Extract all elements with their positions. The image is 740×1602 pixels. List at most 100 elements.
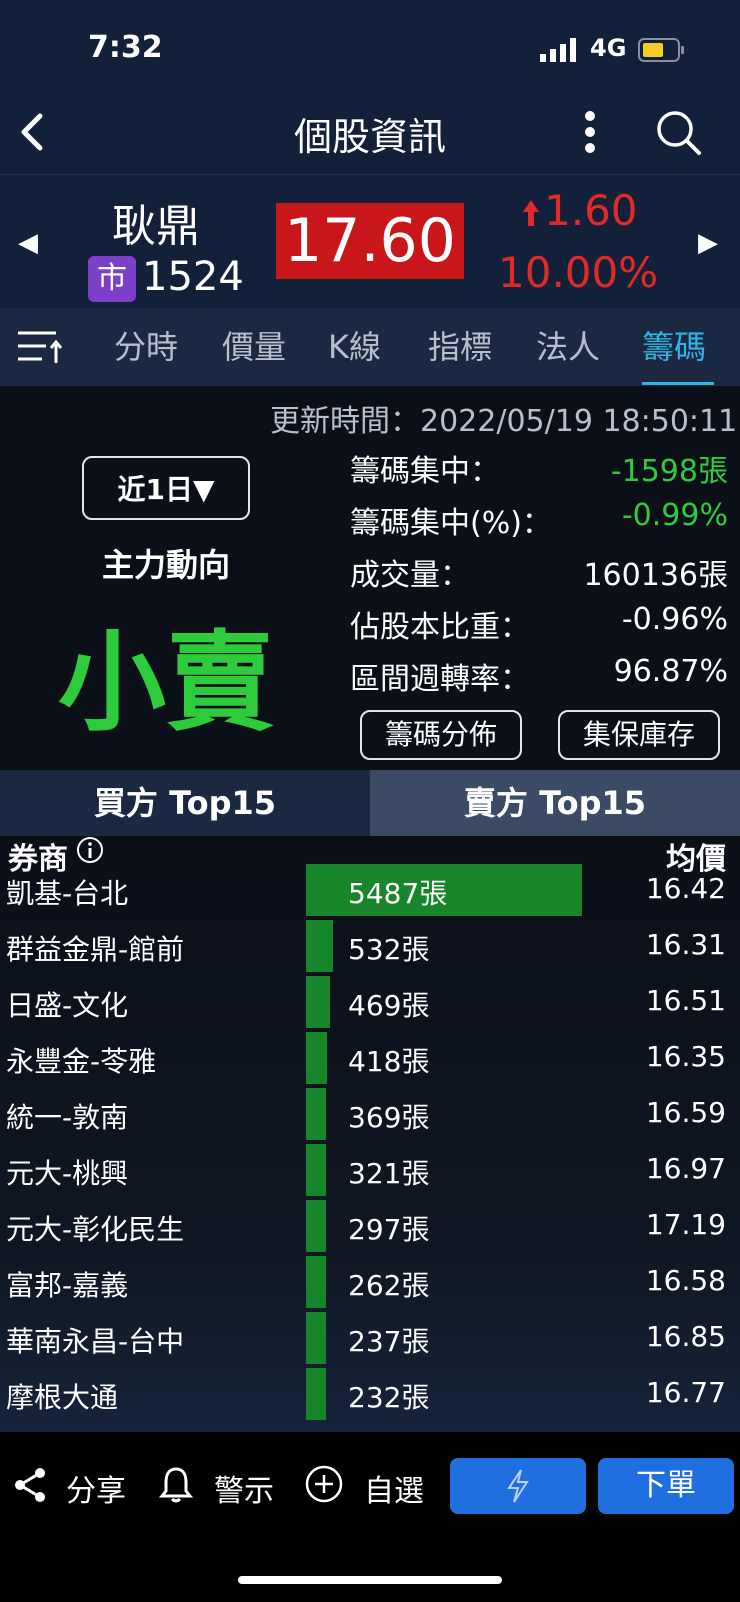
broker-name: 華南永昌-台中: [6, 1325, 185, 1358]
volume-value: 418張: [348, 1045, 430, 1078]
prev-stock-arrow-icon[interactable]: ◀: [18, 228, 38, 258]
tab-intraday[interactable]: 分時: [114, 308, 178, 386]
volume-bar: [306, 1032, 327, 1084]
volume-value: 321張: [348, 1157, 430, 1190]
share-button[interactable]: 分享: [66, 1466, 126, 1510]
table-row[interactable]: 摩根大通 232張 16.77: [0, 1368, 740, 1424]
table-row[interactable]: 元大-桃興 321張 16.97: [0, 1144, 740, 1200]
market-badge: 市: [88, 256, 136, 302]
broker-name: 摩根大通: [6, 1381, 119, 1414]
volume-bar: [306, 920, 333, 972]
info-icon[interactable]: [76, 836, 104, 864]
tab-kline[interactable]: K線: [328, 308, 381, 386]
stock-code: 1524: [142, 254, 244, 300]
price-change: 1.60: [544, 186, 638, 235]
share-icon[interactable]: [12, 1466, 48, 1504]
avg-price-value: 16.58: [645, 1264, 726, 1297]
volume-value: 369張: [348, 1101, 430, 1134]
lightning-icon: [507, 1469, 529, 1503]
avg-price-value: 16.85: [645, 1320, 726, 1353]
volume-value: 5487張: [348, 877, 448, 910]
avg-price-value: 16.35: [645, 1040, 726, 1073]
stat-label: 籌碼集中(%)：: [350, 506, 552, 541]
more-vertical-icon[interactable]: [578, 108, 602, 156]
volume-value: 469張: [348, 989, 430, 1022]
watchlist-button[interactable]: 自選: [364, 1466, 424, 1510]
stock-price: 17.60: [276, 203, 464, 279]
broker-name: 元大-彰化民生: [6, 1213, 185, 1246]
search-icon[interactable]: [654, 108, 702, 156]
volume-bar: [306, 976, 330, 1028]
volume-bar: [306, 1144, 326, 1196]
add-circle-icon[interactable]: [304, 1464, 344, 1504]
bell-icon[interactable]: [158, 1466, 194, 1504]
avg-price-value: 16.31: [645, 928, 726, 961]
broker-name: 富邦-嘉義: [6, 1269, 129, 1302]
table-row[interactable]: 永豐金-苓雅 418張 16.35: [0, 1032, 740, 1088]
volume-bar: [306, 1368, 326, 1420]
price-change-pct: 10.00%: [498, 248, 659, 297]
avg-price-value: 16.77: [645, 1376, 726, 1409]
table-row[interactable]: 日盛-文化 469張 16.51: [0, 976, 740, 1032]
broker-table: 券商 均價 凱基-台北 5487張 16.42 群益金鼎-館前 532張 16.31 日盛-…: [0, 836, 740, 1432]
volume-bar: [306, 1088, 326, 1140]
stat-value: -0.96%: [621, 602, 728, 637]
order-button[interactable]: 下單: [598, 1458, 734, 1514]
active-tab-indicator: [642, 382, 714, 385]
table-row[interactable]: 元大-彰化民生 297張 17.19: [0, 1200, 740, 1256]
volume-bar: [306, 1256, 326, 1308]
stat-value: 160136張: [583, 558, 728, 593]
volume-bar: [306, 1312, 326, 1364]
quick-order-button[interactable]: [450, 1458, 586, 1514]
chip-distribution-button[interactable]: 籌碼分佈: [360, 710, 522, 760]
avg-price-value: 16.42: [645, 872, 726, 905]
home-indicator: [238, 1576, 502, 1584]
tab-institutions[interactable]: 法人: [536, 308, 600, 386]
tab-sell-top15[interactable]: 賣方 Top15: [370, 770, 740, 836]
alert-button[interactable]: 警示: [214, 1466, 274, 1510]
tab-buy-top15[interactable]: 買方 Top15: [0, 770, 370, 836]
stat-label: 佔股本比重：: [350, 610, 530, 645]
avg-price-value: 16.97: [645, 1152, 726, 1185]
table-row[interactable]: 華南永昌-台中 237張 16.85: [0, 1312, 740, 1368]
tab-indicators[interactable]: 指標: [428, 308, 492, 386]
main-force-label: 主力動向: [101, 546, 230, 584]
up-arrow-icon: [523, 200, 539, 226]
table-row[interactable]: 富邦-嘉義 262張 16.58: [0, 1256, 740, 1312]
tab-price-volume[interactable]: 價量: [222, 308, 286, 386]
page-title: 個股資訊: [293, 115, 446, 159]
stat-value: -0.99%: [621, 498, 728, 533]
update-time: 更新時間：2022/05/19 18:50:11: [270, 404, 738, 439]
table-row[interactable]: 群益金鼎-館前 532張 16.31: [0, 920, 740, 976]
broker-name: 元大-桃興: [6, 1157, 129, 1190]
stock-name: 耿鼎: [112, 201, 200, 252]
sort-menu-icon[interactable]: [16, 328, 64, 366]
custody-inventory-button[interactable]: 集保庫存: [558, 710, 720, 760]
volume-value: 262張: [348, 1269, 430, 1302]
signal-icon: [540, 38, 576, 62]
volume-bar: [306, 1200, 326, 1252]
battery-icon: [638, 38, 684, 62]
table-row[interactable]: 凱基-台北 5487張 16.42: [0, 864, 740, 920]
broker-name: 凱基-台北: [6, 877, 129, 910]
main-force-signal: 小賣: [57, 621, 274, 746]
avg-price-value: 16.51: [645, 984, 726, 1017]
stat-value: 96.87%: [613, 654, 728, 689]
broker-name: 統一-敦南: [6, 1101, 129, 1134]
tab-chips[interactable]: 籌碼: [642, 308, 706, 386]
next-stock-arrow-icon[interactable]: ▶: [698, 228, 718, 258]
stat-value: -1598張: [610, 454, 728, 489]
avg-price-value: 16.59: [645, 1096, 726, 1129]
period-dropdown[interactable]: 近1日▼: [82, 456, 250, 520]
stat-label: 籌碼集中：: [350, 454, 500, 489]
avg-price-value: 17.19: [645, 1208, 726, 1241]
stat-label: 區間週轉率：: [350, 662, 530, 697]
broker-name: 永豐金-苓雅: [6, 1045, 157, 1078]
volume-value: 297張: [348, 1213, 430, 1246]
broker-name: 群益金鼎-館前: [6, 933, 185, 966]
volume-value: 532張: [348, 933, 430, 966]
network-label: 4G: [590, 34, 627, 62]
broker-name: 日盛-文化: [6, 989, 129, 1022]
table-row[interactable]: 統一-敦南 369張 16.59: [0, 1088, 740, 1144]
volume-value: 237張: [348, 1325, 430, 1358]
